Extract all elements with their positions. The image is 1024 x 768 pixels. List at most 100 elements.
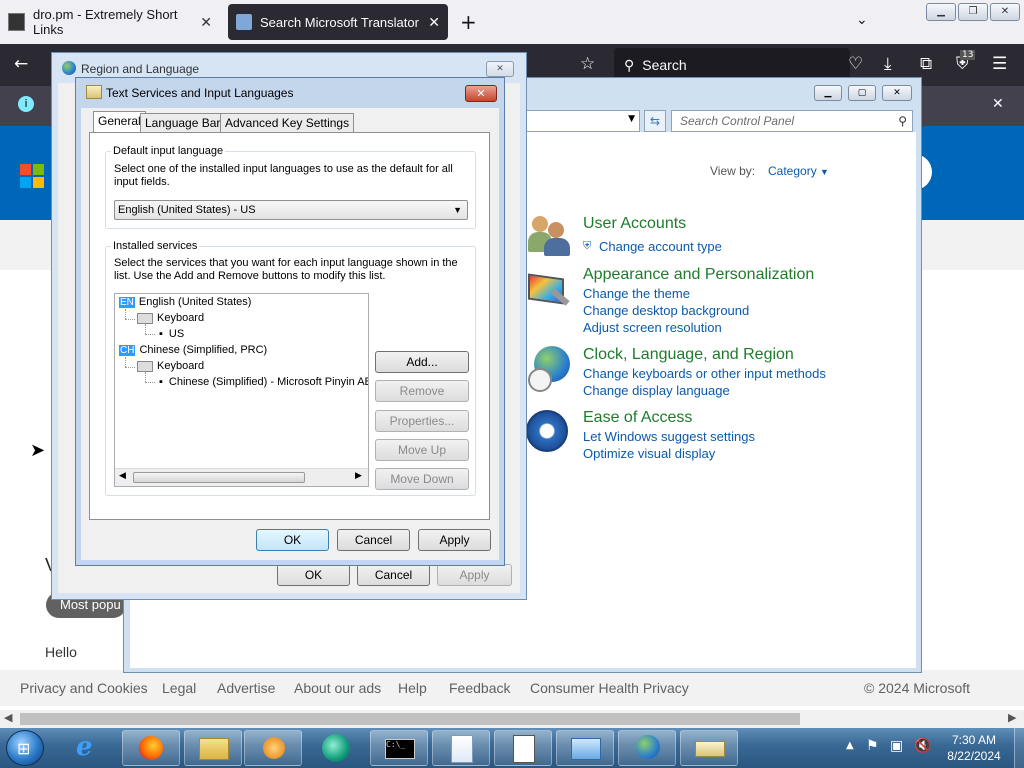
scroll-right-icon[interactable]: ▶ xyxy=(1008,711,1016,724)
category-user-accounts[interactable]: User Accounts xyxy=(583,215,686,233)
start-button[interactable]: ⊞ xyxy=(6,730,44,766)
footer-link-feedback[interactable]: Feedback xyxy=(449,680,510,696)
link-change-desktop-background[interactable]: Change desktop background xyxy=(583,303,749,318)
horizontal-scrollbar[interactable]: ◀ ▶ xyxy=(0,710,1024,728)
taskbar-cmd[interactable]: C:\_ xyxy=(370,730,428,766)
show-hidden-icons-arrow-icon[interactable]: ▲ xyxy=(846,740,854,751)
taskbar-document[interactable] xyxy=(494,730,552,766)
properties-button[interactable]: Properties... xyxy=(375,410,469,432)
tab-language-bar[interactable]: Language Bar xyxy=(140,113,226,133)
bullet-icon: ▪ xyxy=(159,328,163,340)
region-cancel-button[interactable]: Cancel xyxy=(357,564,430,586)
close-notification-icon[interactable]: ✕ xyxy=(992,96,1004,112)
tab-dro-pm[interactable]: dro.pm - Extremely Short Links ✕ xyxy=(0,4,220,40)
tab-microsoft-translator[interactable]: Search Microsoft Translator ✕ xyxy=(228,4,448,40)
bookmark-star-icon[interactable]: ☆ xyxy=(580,54,595,74)
category-clock-language-region[interactable]: Clock, Language, and Region xyxy=(583,346,794,364)
add-button[interactable]: Add... xyxy=(375,351,469,373)
taskbar-firefox[interactable] xyxy=(122,730,180,766)
ts-cancel-button[interactable]: Cancel xyxy=(337,529,410,551)
footer-link-about-ads[interactable]: About our ads xyxy=(294,680,381,696)
network-icon[interactable]: ▣ xyxy=(890,738,903,754)
footer-link-consumer-health[interactable]: Consumer Health Privacy xyxy=(530,680,689,696)
user-accounts-icon[interactable] xyxy=(528,214,572,258)
minimize-button[interactable]: ▁ xyxy=(926,3,956,21)
windows-logo-icon: ⊞ xyxy=(17,739,31,758)
close-tab-icon[interactable]: ✕ xyxy=(200,14,212,31)
restore-button[interactable]: ❐ xyxy=(958,3,988,21)
hamburger-menu-icon[interactable]: ☰ xyxy=(992,54,1007,74)
tree-horizontal-scrollbar[interactable]: ◀ ▶ xyxy=(115,468,368,486)
tab-advanced-key-settings[interactable]: Advanced Key Settings xyxy=(220,113,355,133)
cp-address-bar[interactable]: ▼ xyxy=(524,110,640,132)
footer-link-privacy[interactable]: Privacy and Cookies xyxy=(20,680,148,696)
refresh-icon[interactable]: ⇆ xyxy=(644,110,666,132)
action-center-flag-icon[interactable]: ⚑ xyxy=(866,738,879,754)
tree-node-english[interactable]: EN English (United States) xyxy=(119,296,251,308)
category-appearance[interactable]: Appearance and Personalization xyxy=(583,266,814,284)
internet-explorer-icon[interactable]: e xyxy=(64,730,116,766)
footer-link-help[interactable]: Help xyxy=(398,680,427,696)
tree-node-us[interactable]: ▪ US xyxy=(159,328,184,340)
new-tab-plus-icon[interactable]: + xyxy=(460,10,477,34)
clock-language-region-icon[interactable] xyxy=(528,346,572,396)
link-change-keyboards[interactable]: Change keyboards or other input methods xyxy=(583,366,826,381)
tab-general[interactable]: General xyxy=(93,111,146,133)
pocket-icon[interactable]: ♡ xyxy=(848,54,863,74)
region-apply-button[interactable]: Apply xyxy=(437,564,512,586)
tree-scroll-thumb[interactable] xyxy=(133,472,305,483)
scroll-left-icon[interactable]: ◀ xyxy=(4,711,12,724)
taskbar-text-services[interactable] xyxy=(680,730,738,766)
installed-services-tree[interactable]: EN English (United States) Keyboard ▪ US C… xyxy=(114,293,369,487)
address-dropdown-icon[interactable]: ▼ xyxy=(628,114,635,124)
taskbar-app-green[interactable] xyxy=(306,730,364,766)
tree-node-keyboard-en[interactable]: Keyboard xyxy=(137,312,204,324)
ease-of-access-icon[interactable] xyxy=(526,410,570,456)
system-clock[interactable]: 7:30 AM 8/22/2024 xyxy=(936,732,1012,764)
appearance-personalization-icon[interactable] xyxy=(528,272,572,316)
cp-search-input[interactable]: Search Control Panel ⚲ xyxy=(671,110,913,132)
cp-close-button[interactable]: ✕ xyxy=(882,85,912,101)
scroll-right-icon[interactable]: ▶ xyxy=(355,471,362,481)
remove-button[interactable]: Remove xyxy=(375,380,469,402)
back-arrow-icon[interactable]: ← xyxy=(14,54,28,74)
ts-apply-button[interactable]: Apply xyxy=(418,529,491,551)
text-services-close-button[interactable]: ✕ xyxy=(465,85,497,102)
category-ease-of-access[interactable]: Ease of Access xyxy=(583,409,692,427)
taskbar-notepad[interactable] xyxy=(432,730,490,766)
close-window-button[interactable]: ✕ xyxy=(990,3,1020,21)
tree-node-pinyin[interactable]: ▪ Chinese (Simplified) - Microsoft Pinyin… xyxy=(159,376,368,388)
tree-node-keyboard-ch[interactable]: Keyboard xyxy=(137,360,204,372)
tree-node-chinese[interactable]: CH Chinese (Simplified, PRC) xyxy=(119,344,267,356)
footer-link-advertise[interactable]: Advertise xyxy=(217,680,275,696)
tab-title: Search Microsoft Translator xyxy=(260,14,419,30)
link-optimize-visual-display[interactable]: Optimize visual display xyxy=(583,446,715,461)
volume-muted-icon[interactable]: 🔇 xyxy=(914,738,931,754)
extensions-puzzle-icon[interactable]: ⧉ xyxy=(920,54,932,74)
show-desktop-button[interactable] xyxy=(1014,728,1024,768)
scrollbar-thumb[interactable] xyxy=(20,713,800,725)
move-down-button[interactable]: Move Down xyxy=(375,468,469,490)
region-ok-button[interactable]: OK xyxy=(277,564,350,586)
link-change-account-type[interactable]: Change account type xyxy=(599,239,722,254)
link-change-theme[interactable]: Change the theme xyxy=(583,286,690,301)
taskbar-control-panel[interactable] xyxy=(556,730,614,766)
view-by-dropdown[interactable]: Category ▼ xyxy=(768,164,829,178)
scroll-left-icon[interactable]: ◀ xyxy=(119,471,126,481)
default-language-select[interactable]: English (United States) - US ▼ xyxy=(114,200,468,220)
taskbar-region-language[interactable] xyxy=(618,730,676,766)
close-tab-icon[interactable]: ✕ xyxy=(428,14,440,31)
cp-maximize-button[interactable]: ▢ xyxy=(848,85,876,101)
ts-ok-button[interactable]: OK xyxy=(256,529,329,551)
downloads-arrow-icon[interactable]: ⤓ xyxy=(884,54,892,74)
link-adjust-resolution[interactable]: Adjust screen resolution xyxy=(583,320,722,335)
link-suggest-settings[interactable]: Let Windows suggest settings xyxy=(583,429,755,444)
move-up-button[interactable]: Move Up xyxy=(375,439,469,461)
taskbar-explorer[interactable] xyxy=(184,730,242,766)
footer-link-legal[interactable]: Legal xyxy=(162,680,196,696)
link-change-display-language[interactable]: Change display language xyxy=(583,383,730,398)
list-all-tabs-chevron-icon[interactable]: ⌄ xyxy=(856,12,868,28)
taskbar-media-player[interactable] xyxy=(244,730,302,766)
cp-minimize-button[interactable]: ▁ xyxy=(814,85,842,101)
region-close-button[interactable]: ✕ xyxy=(486,61,514,77)
